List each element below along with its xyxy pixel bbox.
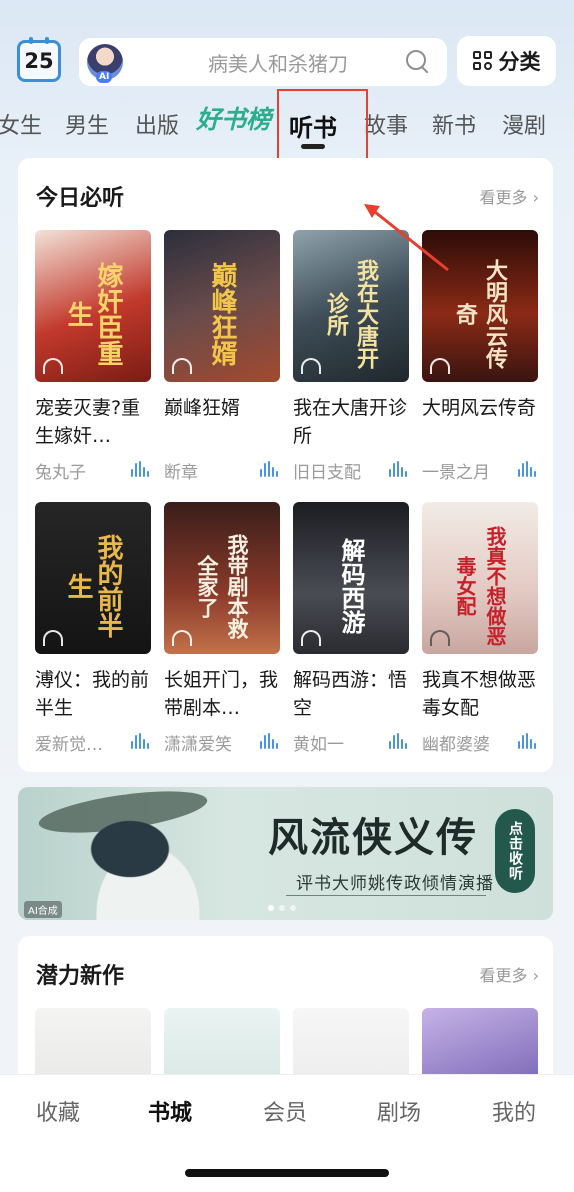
- audio-wave-icon: [389, 461, 407, 477]
- book-title: 长姐开门，我带剧本…: [164, 669, 279, 719]
- nav-bookstore[interactable]: 书城: [148, 1095, 192, 1127]
- bottom-navigation: 收藏 书城 会员 剧场 我的: [0, 1074, 574, 1192]
- ai-badge: AI: [96, 71, 113, 83]
- cover-title: 我真不想做恶毒女配: [453, 526, 507, 646]
- book-title: 我真不想做恶毒女配: [422, 669, 537, 719]
- headphones-icon: [43, 630, 63, 646]
- carousel-dots: [268, 905, 296, 911]
- book-title: 我在大唐开诊所: [293, 397, 408, 447]
- nav-mine[interactable]: 我的: [492, 1095, 536, 1127]
- headphones-icon: [172, 358, 192, 374]
- annotation-arrow-icon: [364, 204, 449, 272]
- book-cover: 解码西游: [293, 502, 409, 654]
- book-card[interactable]: 嫁奸臣重生 宠妾灭妻?重生嫁奸… 兔丸子: [35, 230, 151, 483]
- book-author: 黄如一: [293, 735, 344, 755]
- cover-title: 嫁奸臣重生: [63, 262, 123, 366]
- book-card[interactable]: 巅峰狂婿 巅峰狂婿 断章: [164, 230, 280, 483]
- cover-title: 我带剧本救全家了: [195, 533, 250, 639]
- calendar-day: 25: [24, 49, 54, 73]
- book-author: 断章: [164, 463, 198, 483]
- book-title: 大明风云传奇: [422, 397, 537, 419]
- section-title: 今日必听: [36, 186, 125, 211]
- audio-wave-icon: [518, 461, 536, 477]
- promo-banner[interactable]: 风流侠义传 评书大师姚传政倾情演播 点击收听 AI合成: [18, 787, 553, 920]
- section-title: 潜力新作: [36, 964, 125, 989]
- nav-theater[interactable]: 剧场: [377, 1095, 421, 1127]
- listen-now-button[interactable]: 点击收听: [495, 809, 535, 893]
- see-more-link[interactable]: 看更多 ›: [480, 962, 540, 986]
- banner-character-art: [58, 797, 238, 920]
- banner-title: 风流侠义传: [268, 814, 478, 861]
- cover-title: 解码西游: [337, 538, 366, 634]
- tab-story[interactable]: 故事: [364, 108, 408, 140]
- book-card[interactable]: 解码西游 解码西游：悟空 黄如一: [293, 502, 409, 755]
- see-more-link[interactable]: 看更多 ›: [480, 184, 540, 208]
- book-author: 幽都婆婆: [422, 735, 490, 755]
- cover-title: 巅峰狂婿: [207, 262, 237, 366]
- book-cover: 我带剧本救全家了: [164, 502, 280, 654]
- cover-title: 我的前半生: [63, 534, 123, 638]
- book-title: 巅峰狂婿: [164, 397, 241, 419]
- book-cover: 我的前半生: [35, 502, 151, 654]
- potential-new-works-section: 潜力新作 看更多 ›: [18, 936, 553, 1160]
- book-title: 溥仪：我的前半生: [35, 669, 150, 719]
- book-cover: 巅峰狂婿: [164, 230, 280, 382]
- book-title: 解码西游：悟空: [293, 669, 408, 719]
- ai-avatar[interactable]: AI: [87, 44, 123, 83]
- book-author: 爱新觉…: [35, 735, 103, 755]
- headphones-icon: [43, 358, 63, 374]
- headphones-icon: [430, 630, 450, 646]
- headphones-icon: [430, 358, 450, 374]
- headphones-icon: [172, 630, 192, 646]
- audio-wave-icon: [260, 733, 278, 749]
- banner-subtitle: 评书大师姚传政倾情演播: [296, 874, 494, 894]
- banner-divider: [286, 895, 486, 896]
- category-label: 分类: [498, 50, 541, 74]
- tab-female[interactable]: 女生: [0, 108, 42, 140]
- today-must-listen-section: 今日必听 看更多 › 嫁奸臣重生 宠妾灭妻?重生嫁奸… 兔丸子 巅峰狂婿 巅峰狂…: [18, 158, 553, 772]
- home-indicator: [185, 1169, 389, 1177]
- category-button[interactable]: 分类: [457, 36, 556, 86]
- audio-wave-icon: [131, 733, 149, 749]
- search-input[interactable]: 病美人和杀猪刀: [123, 48, 403, 77]
- audio-wave-icon: [518, 733, 536, 749]
- search-bar[interactable]: AI 病美人和杀猪刀: [79, 38, 447, 86]
- tab-male[interactable]: 男生: [65, 108, 109, 140]
- top-bar: 25 AI 病美人和杀猪刀 分类: [0, 34, 574, 88]
- nav-favorites[interactable]: 收藏: [36, 1095, 80, 1127]
- annotation-highlight-box: [277, 89, 368, 162]
- book-cover: 嫁奸臣重生: [35, 230, 151, 382]
- calendar-icon[interactable]: 25: [17, 37, 61, 82]
- audio-wave-icon: [131, 461, 149, 477]
- book-author: 潇潇爱笑: [164, 735, 232, 755]
- book-card[interactable]: 我真不想做恶毒女配 我真不想做恶毒女配 幽都婆婆: [422, 502, 538, 755]
- search-icon[interactable]: [403, 47, 433, 77]
- book-title: 宠妾灭妻?重生嫁奸…: [35, 397, 141, 447]
- tab-ranking[interactable]: 好书榜: [196, 100, 271, 136]
- tab-publish[interactable]: 出版: [135, 108, 179, 140]
- book-cover: 我真不想做恶毒女配: [422, 502, 538, 654]
- book-card[interactable]: 我的前半生 溥仪：我的前半生 爱新觉…: [35, 502, 151, 755]
- headphones-icon: [301, 630, 321, 646]
- book-author: 旧日支配: [293, 463, 361, 483]
- ai-generated-label: AI合成: [24, 901, 62, 918]
- nav-membership[interactable]: 会员: [263, 1095, 307, 1127]
- audio-wave-icon: [389, 733, 407, 749]
- audio-wave-icon: [260, 461, 278, 477]
- book-author: 一景之月: [422, 463, 490, 483]
- headphones-icon: [301, 358, 321, 374]
- tab-new-books[interactable]: 新书: [432, 108, 476, 140]
- book-author: 兔丸子: [35, 463, 86, 483]
- book-card[interactable]: 我带剧本救全家了 长姐开门，我带剧本… 潇潇爱笑: [164, 502, 280, 755]
- tab-comic-drama[interactable]: 漫剧: [502, 108, 546, 140]
- grid-icon: [472, 51, 493, 71]
